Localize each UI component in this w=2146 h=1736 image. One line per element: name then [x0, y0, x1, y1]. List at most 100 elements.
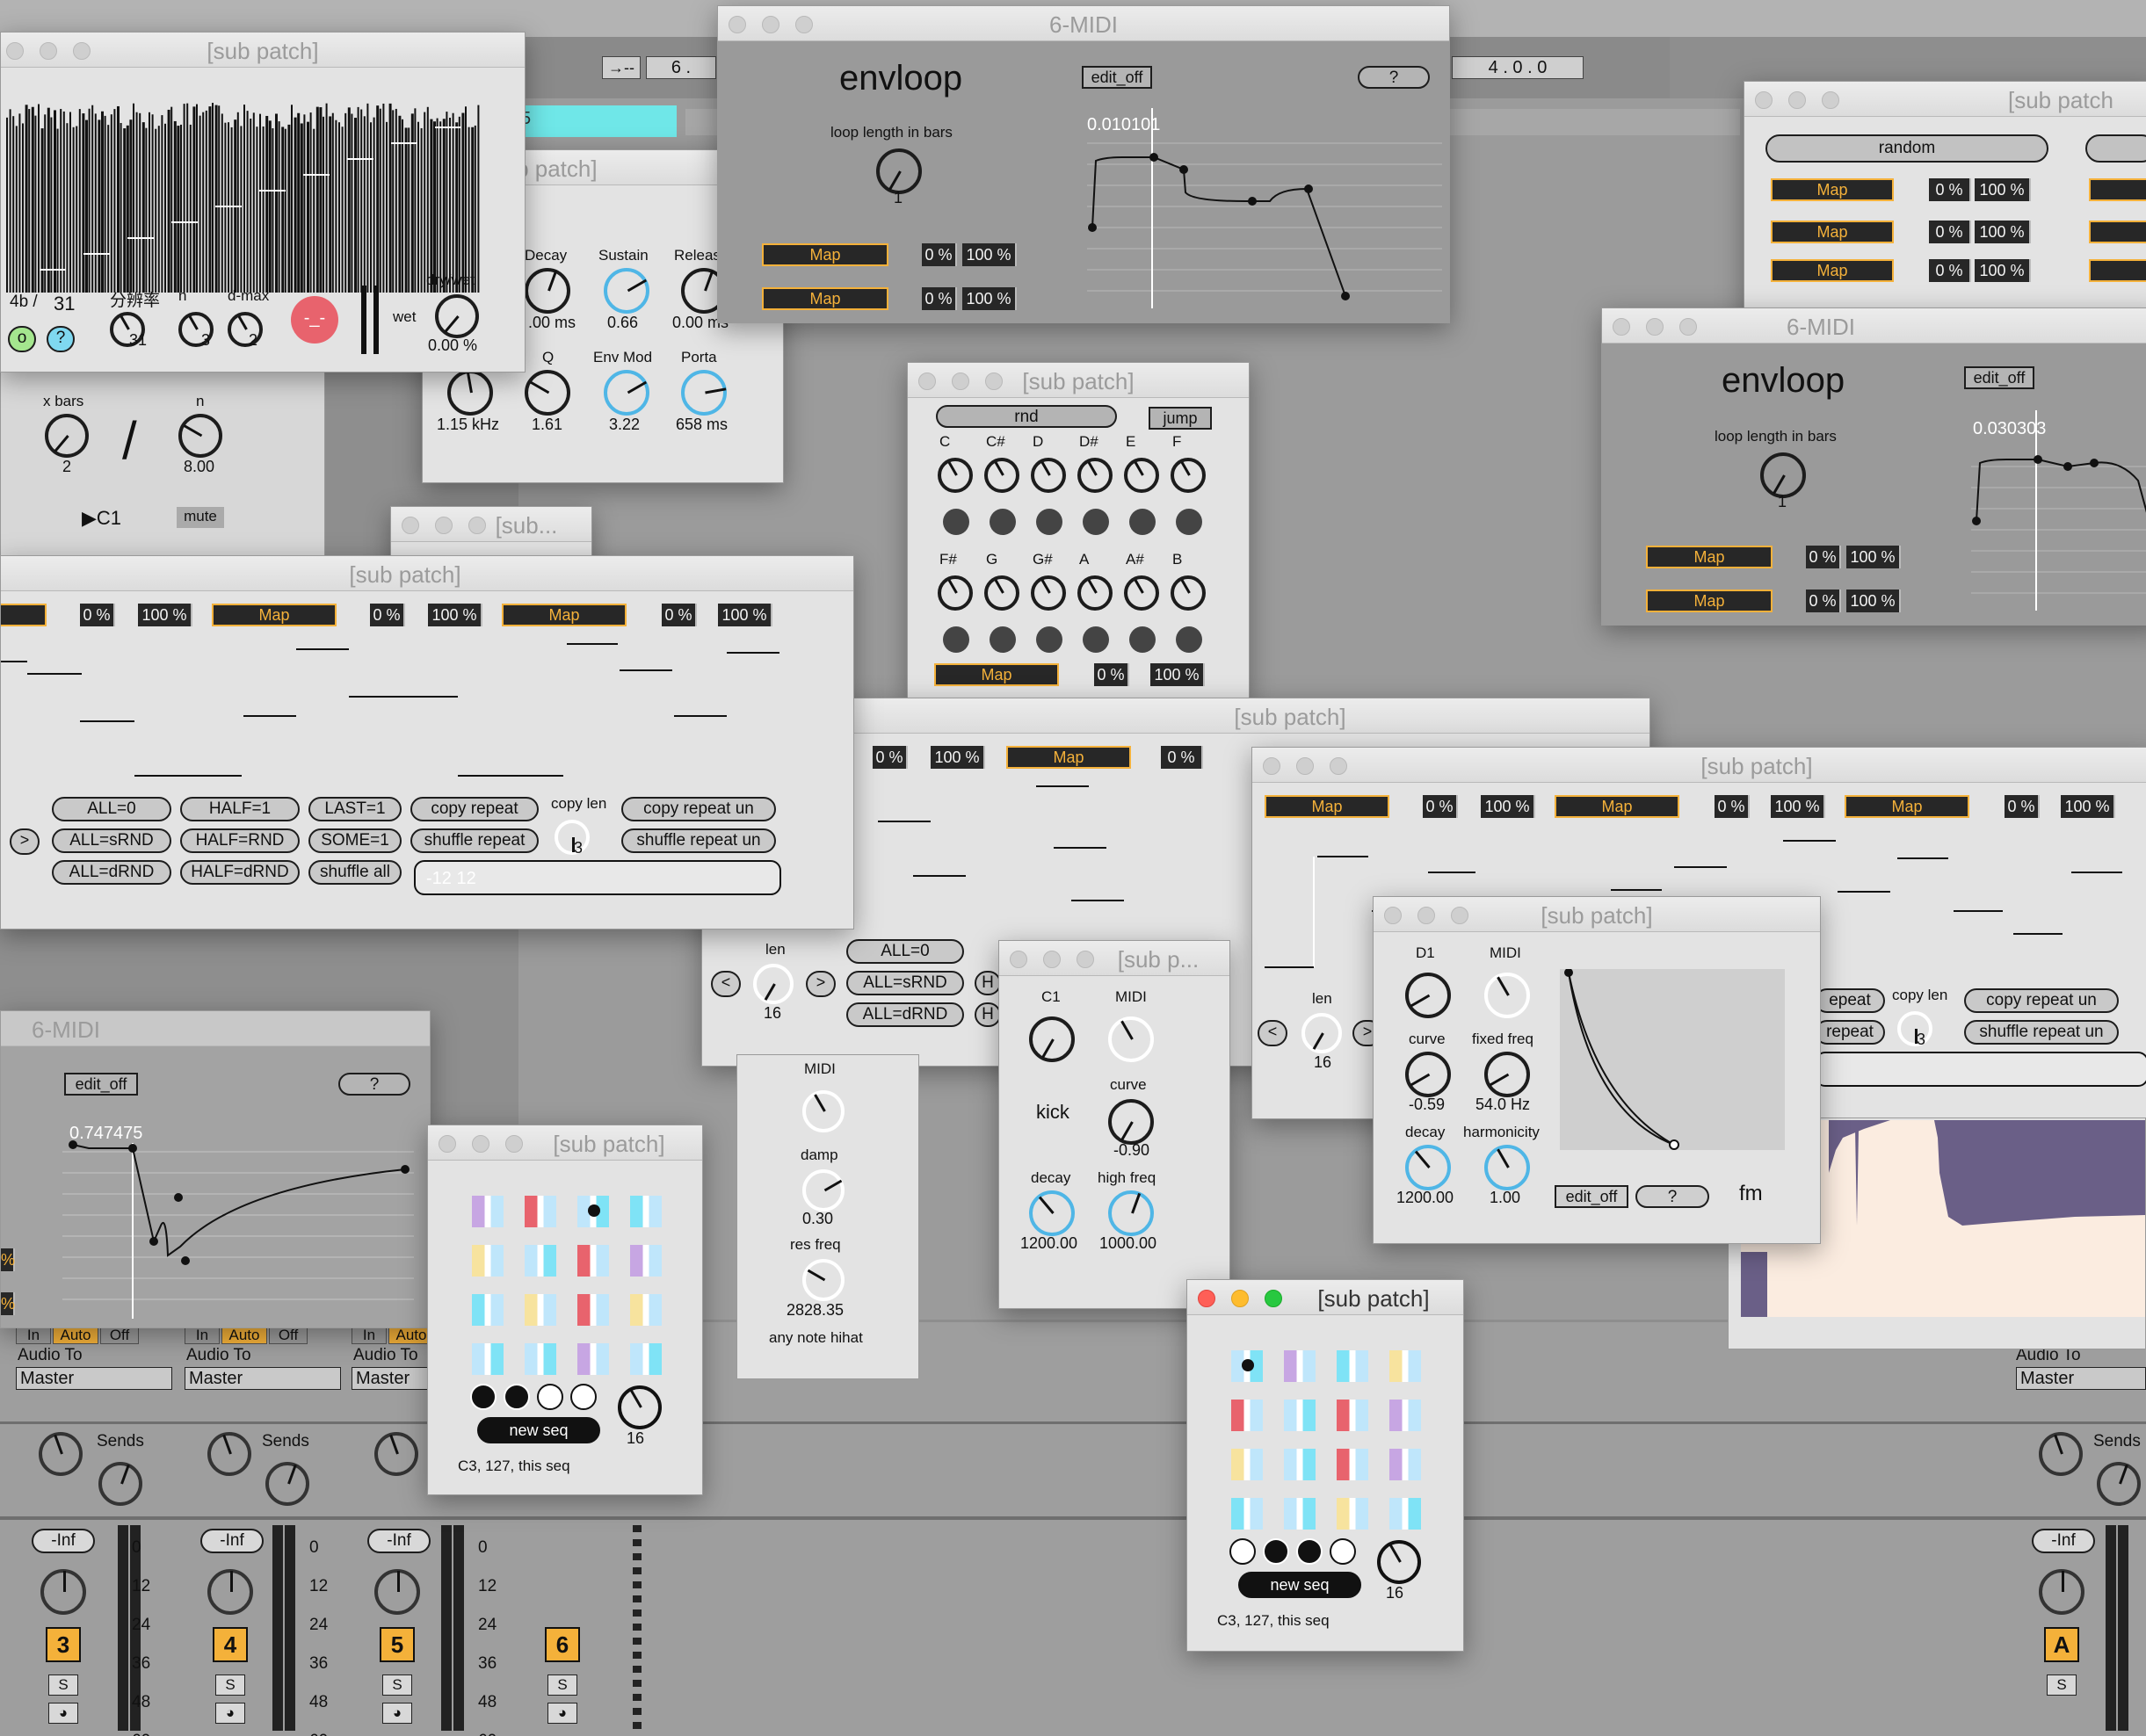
note-knob[interactable] — [984, 575, 1019, 611]
transport-arrow[interactable]: →-- — [602, 56, 641, 79]
map-button[interactable] — [1, 604, 47, 626]
decay-knob[interactable] — [1405, 1145, 1451, 1190]
note-knob[interactable] — [1031, 458, 1066, 493]
range-input[interactable]: -12 12 — [414, 860, 781, 895]
window-close-button[interactable] — [1263, 757, 1280, 775]
volume-readout[interactable]: -Inf — [2032, 1529, 2095, 1553]
step-cell[interactable] — [630, 1294, 662, 1326]
note-toggle[interactable] — [1176, 509, 1202, 535]
step-cell[interactable] — [1337, 1350, 1368, 1382]
range-min[interactable]: 0 % — [1423, 795, 1458, 818]
arm-button[interactable]: ◕ — [547, 1703, 577, 1724]
note-toggle[interactable] — [990, 509, 1016, 535]
range-max[interactable]: 100 % — [1481, 795, 1535, 818]
edit-toggle[interactable]: edit_off — [64, 1073, 138, 1096]
map-button[interactable]: Map — [762, 287, 888, 310]
note-toggle[interactable] — [1083, 509, 1109, 535]
decay-knob[interactable] — [525, 268, 570, 314]
step-cell[interactable] — [472, 1294, 504, 1326]
pan-knob[interactable] — [207, 1569, 253, 1615]
note-knob[interactable] — [1077, 458, 1113, 493]
edit-toggle[interactable]: edit_off — [1082, 66, 1152, 89]
mute-button[interactable]: mute — [177, 507, 224, 528]
step-cell[interactable] — [630, 1245, 662, 1277]
send-b-knob[interactable] — [98, 1462, 142, 1506]
range-min[interactable]: 0 % — [922, 243, 957, 266]
all-drnd-button[interactable]: ALL=dRND — [52, 860, 171, 885]
all-drnd-button[interactable]: ALL=dRND — [846, 1002, 964, 1027]
step-cell[interactable] — [1284, 1350, 1316, 1382]
map-button[interactable]: Map — [1646, 546, 1773, 568]
help-button[interactable]: ? — [1358, 66, 1430, 89]
solo-button[interactable]: S — [48, 1675, 78, 1696]
note-toggle[interactable] — [943, 509, 969, 535]
envelope-editor[interactable] — [1087, 108, 1442, 315]
range-min[interactable]: 0 % — [1929, 259, 1971, 282]
window-zoom-button[interactable] — [1822, 91, 1839, 109]
output-select[interactable]: Master — [16, 1367, 172, 1390]
step-cell[interactable] — [1231, 1449, 1263, 1480]
map-button[interactable]: Map — [762, 243, 888, 266]
d1-knob[interactable] — [1405, 973, 1451, 1018]
step-cell[interactable] — [525, 1294, 556, 1326]
window-minimize-button[interactable] — [1296, 757, 1314, 775]
window-minimize-button[interactable] — [472, 1135, 489, 1153]
envelope-editor[interactable] — [62, 1117, 414, 1324]
map-button[interactable] — [2089, 221, 2146, 243]
high-freq-knob[interactable] — [1108, 1190, 1154, 1236]
note-toggle[interactable] — [990, 626, 1016, 653]
midi-knob[interactable] — [802, 1090, 845, 1132]
map-button[interactable] — [2089, 259, 2146, 282]
range-input[interactable] — [1815, 1052, 2146, 1087]
volume-readout[interactable]: -Inf — [200, 1529, 264, 1553]
edit-toggle[interactable]: edit_off — [1555, 1185, 1628, 1208]
volume-readout[interactable]: -Inf — [32, 1529, 95, 1553]
step-cell[interactable] — [1389, 1449, 1421, 1480]
window-close-button[interactable] — [1198, 1290, 1215, 1307]
step-cell[interactable] — [472, 1245, 504, 1277]
drywet-knob[interactable] — [435, 294, 479, 338]
send-a-knob[interactable] — [2039, 1432, 2083, 1476]
range-min[interactable]: 0 % — [2005, 795, 2040, 818]
porta-knob[interactable] — [681, 370, 727, 416]
xbars-knob[interactable] — [45, 414, 89, 458]
map-button[interactable]: Map — [1771, 259, 1894, 282]
send-b-knob[interactable] — [2097, 1462, 2141, 1506]
map-button[interactable]: Map — [934, 663, 1059, 686]
steps-knob[interactable] — [1377, 1540, 1421, 1584]
n-knob[interactable] — [178, 414, 222, 458]
edit-toggle[interactable]: edit_off — [1964, 366, 2034, 389]
step-cell[interactable] — [577, 1294, 609, 1326]
note-knob[interactable] — [984, 458, 1019, 493]
res-freq-knob[interactable] — [802, 1259, 845, 1301]
solo-button[interactable]: S — [382, 1675, 412, 1696]
range-max[interactable]: 100 % — [931, 746, 985, 769]
range-min[interactable]: 0 % — [1094, 663, 1129, 686]
note-knob[interactable] — [1124, 575, 1159, 611]
note-knob[interactable] — [1171, 575, 1206, 611]
window-minimize-button[interactable] — [1043, 951, 1061, 968]
wet-slider[interactable] — [361, 286, 366, 354]
range-max[interactable]: 100 % — [962, 287, 1017, 310]
window-minimize-button[interactable] — [1231, 1290, 1249, 1307]
len-knob[interactable] — [753, 964, 794, 1004]
arm-button[interactable]: ◕ — [382, 1703, 412, 1724]
step-cell[interactable] — [577, 1343, 609, 1375]
note-toggle[interactable] — [943, 626, 969, 653]
all-srnd-button[interactable]: ALL=sRND — [52, 828, 171, 853]
harmonicity-knob[interactable] — [1484, 1145, 1530, 1190]
step-cell[interactable] — [577, 1196, 609, 1227]
steps-knob[interactable] — [618, 1385, 662, 1429]
map-button[interactable]: Map — [1555, 795, 1679, 818]
range-max[interactable]: 100 % — [428, 604, 482, 626]
step-cell[interactable] — [525, 1245, 556, 1277]
send-a-knob[interactable] — [39, 1432, 83, 1476]
random-button-2[interactable] — [2085, 134, 2146, 163]
window-minimize-button[interactable] — [1788, 91, 1806, 109]
map-button[interactable]: Map — [1845, 795, 1969, 818]
step-cell[interactable] — [577, 1245, 609, 1277]
step-cell[interactable] — [1284, 1400, 1316, 1431]
damp-knob[interactable] — [802, 1169, 845, 1212]
range-min[interactable]: 0 % — [370, 604, 405, 626]
all-zero-button[interactable]: ALL=0 — [52, 797, 171, 821]
